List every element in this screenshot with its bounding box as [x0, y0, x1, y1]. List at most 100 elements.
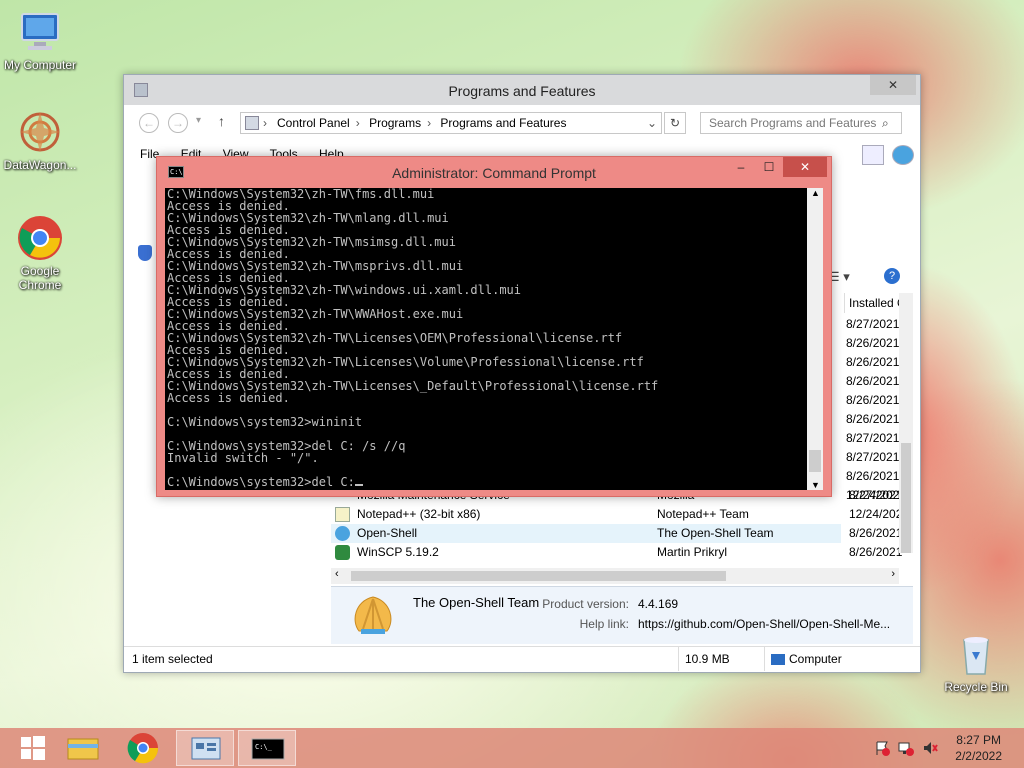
- search-icon[interactable]: ⌕: [882, 116, 889, 131]
- action-center-flag-icon[interactable]: [874, 740, 890, 756]
- taskbar-chrome[interactable]: [114, 730, 172, 766]
- horizontal-scrollbar[interactable]: ‹ ›: [331, 568, 899, 584]
- window-controls: – ☐ ✕: [727, 157, 827, 177]
- cmd-icon: C:\_: [251, 738, 285, 760]
- recycle-bin-icon: [952, 630, 1000, 678]
- help-icon[interactable]: ?: [884, 268, 900, 284]
- notepad-plus-plus-icon: [335, 507, 350, 522]
- maximize-button[interactable]: ☐: [755, 157, 783, 177]
- system-tray: [874, 740, 938, 756]
- date-cell: 8/27/2021: [846, 431, 900, 445]
- date-cell: 8/26/2021: [846, 374, 900, 388]
- breadcrumb-programs-and-features[interactable]: Programs and Features: [440, 116, 566, 130]
- scroll-down-icon[interactable]: ▼: [811, 480, 820, 490]
- scroll-left-icon[interactable]: ‹: [335, 568, 339, 580]
- control-panel-icon: [191, 737, 221, 760]
- clock-time: 8:27 PM: [956, 733, 1001, 747]
- status-bar: 1 item selected 10.9 MB Computer: [124, 646, 920, 672]
- desktop-icon-recycle-bin[interactable]: Recycle Bin: [936, 630, 1016, 694]
- console-line: C:\Windows\system32>del C:: [167, 476, 807, 488]
- program-publisher: Notepad++ Team: [657, 507, 749, 521]
- scroll-thumb[interactable]: [351, 571, 726, 581]
- refresh-button[interactable]: ↻: [664, 112, 686, 134]
- program-name: WinSCP 5.19.2: [357, 545, 439, 559]
- help-link-label: Help link:: [579, 617, 629, 631]
- vertical-scrollbar[interactable]: ▲ ▼: [807, 188, 823, 490]
- console-line: Invalid switch - "/".: [167, 451, 319, 465]
- desktop-icon-label: DataWagon...: [3, 158, 77, 172]
- status-size: 10.9 MB: [678, 647, 730, 671]
- table-row-selected[interactable]: Open-Shell The Open-Shell Team 8/26/2021: [331, 524, 902, 543]
- table-row[interactable]: Notepad++ (32-bit x86) Notepad++ Team 12…: [331, 505, 909, 524]
- taskbar-control-panel[interactable]: [176, 730, 234, 766]
- desktop-icon-label: My Computer: [3, 58, 77, 72]
- winscp-icon: [335, 545, 350, 560]
- open-shell-shell-icon: [349, 593, 397, 637]
- table-row[interactable]: WinSCP 5.19.2 Martin Prikryl 8/26/2021: [331, 543, 902, 562]
- scroll-up-icon[interactable]: ▲: [811, 188, 820, 198]
- program-publisher: Martin Prikryl: [657, 545, 728, 559]
- date-cell: 8/26/2021: [846, 336, 900, 350]
- console-area[interactable]: C:\Windows\System32\zh-TW\fms.dll.mui Acc…: [165, 188, 823, 490]
- help-link-value[interactable]: https://github.com/Open-Shell/Open-Shell…: [638, 617, 890, 631]
- control-panel-icon: [245, 116, 259, 130]
- breadcrumb-control-panel[interactable]: Control Panel: [277, 116, 350, 130]
- program-publisher: The Open-Shell Team: [657, 526, 774, 540]
- taskbar-file-explorer[interactable]: [54, 730, 112, 766]
- date-cell: 8/26/2021: [846, 355, 900, 369]
- status-location: Computer: [764, 647, 914, 671]
- up-button[interactable]: ↑: [218, 113, 225, 129]
- minimize-button[interactable]: –: [727, 157, 755, 177]
- computer-icon: [16, 8, 64, 56]
- vertical-scrollbar[interactable]: [899, 293, 913, 553]
- file-explorer-icon: [67, 738, 99, 760]
- datawagon-icon: [16, 108, 64, 156]
- desktop-icon-my-computer[interactable]: My Computer: [0, 8, 80, 72]
- recent-locations-chevron-icon[interactable]: ▾: [196, 115, 201, 126]
- program-name: Notepad++ (32-bit x86): [357, 507, 481, 521]
- volume-muted-icon[interactable]: [922, 740, 938, 756]
- program-date: 8/26/2021: [849, 545, 903, 559]
- programs-list: Mozilla Maintenance Service Mozilla 8/27…: [331, 486, 909, 562]
- close-button[interactable]: ✕: [870, 75, 916, 95]
- date-cell: 8/26/2021: [846, 412, 900, 426]
- search-input[interactable]: Search Programs and Features: [700, 112, 902, 134]
- program-date: 8/26/2021: [849, 526, 903, 540]
- scroll-right-icon[interactable]: ›: [891, 568, 895, 580]
- network-icon[interactable]: [898, 740, 914, 756]
- desktop-icon-datawagon[interactable]: DataWagon...: [0, 108, 80, 172]
- computer-icon: [771, 654, 785, 666]
- program-name: Open-Shell: [357, 526, 418, 540]
- console-line: Access is denied.: [167, 391, 290, 405]
- column-header-installed-on[interactable]: Installed On: [844, 293, 904, 313]
- system-clock[interactable]: 8:27 PM 2/2/2022: [955, 732, 1002, 764]
- console-output: C:\Windows\System32\zh-TW\fms.dll.mui Acc…: [167, 188, 807, 488]
- back-button[interactable]: ←: [139, 113, 159, 133]
- toolbar-icon[interactable]: [862, 145, 884, 165]
- address-bar[interactable]: › Control Panel › Programs › Programs and …: [240, 112, 662, 134]
- desktop-icon-google-chrome[interactable]: Google Chrome: [0, 214, 80, 292]
- taskbar: C:\_ 8:27 PM 2/2/2022: [0, 728, 1024, 768]
- date-cell: 8/27/2021: [846, 450, 900, 464]
- scroll-thumb[interactable]: [809, 450, 821, 472]
- command-prompt-window: C:\ Administrator: Command Prompt – ☐ ✕ …: [156, 156, 832, 497]
- desktop-icon-label: Recycle Bin: [944, 680, 1008, 694]
- chrome-icon: [16, 214, 64, 262]
- toolbar: [862, 145, 914, 165]
- console-line: C:\Windows\system32>wininit: [167, 415, 363, 429]
- installed-dates-column: 8/27/2021 8/26/2021 8/26/2021 8/26/2021 …: [846, 315, 902, 505]
- scroll-thumb[interactable]: [901, 443, 911, 553]
- open-shell-icon[interactable]: [892, 145, 914, 165]
- date-cell: 8/26/2021: [846, 393, 900, 407]
- date-cell: 8/26/2021: [846, 469, 900, 483]
- breadcrumb-programs[interactable]: Programs: [369, 116, 421, 130]
- clock-date: 2/2/2022: [955, 749, 1002, 763]
- shield-icon: [138, 245, 152, 261]
- taskbar-command-prompt[interactable]: C:\_: [238, 730, 296, 766]
- close-button[interactable]: ✕: [783, 157, 827, 177]
- forward-button[interactable]: →: [168, 113, 188, 133]
- navigation-bar: ← → ▾ ↑ › Control Panel › Programs › Progr…: [124, 107, 920, 137]
- status-location-text: Computer: [789, 652, 842, 666]
- title-bar[interactable]: Programs and Features ✕: [124, 75, 920, 105]
- chevron-down-icon[interactable]: ⌄: [647, 113, 657, 133]
